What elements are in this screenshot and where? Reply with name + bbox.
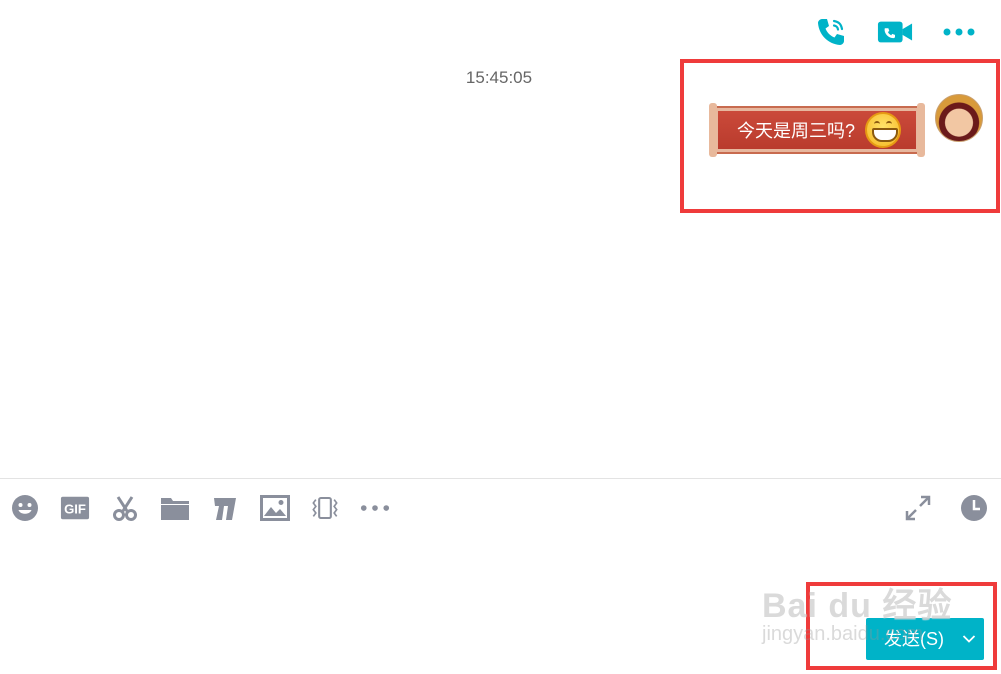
composer-toolbar-right [903,492,989,524]
send-button-group: 发送(S) [866,618,984,660]
message-text: 今天是周三吗? [736,121,855,141]
message-timestamp: 15:45:05 [465,68,533,87]
chat-window: 15:45:05 今天是周三吗? GIF 发送(S) Bai du 经验 jin… [0,0,1001,674]
gif-label: GIF [64,502,86,517]
font-style-icon[interactable] [210,492,240,524]
more-options-icon[interactable] [941,14,977,50]
video-call-icon[interactable] [877,14,913,50]
composer-divider [0,478,1001,479]
composer-toolbar: GIF [10,492,390,524]
phone-call-icon[interactable] [813,14,849,50]
grinning-face-icon [865,112,901,148]
avatar[interactable] [935,94,983,142]
message-bubble[interactable]: 今天是周三吗? [708,103,926,157]
send-button[interactable]: 发送(S) [866,618,954,660]
file-folder-icon[interactable] [160,492,190,524]
shake-window-icon[interactable] [310,492,340,524]
image-icon[interactable] [260,492,290,524]
gif-icon[interactable]: GIF [60,492,90,524]
message-row-self: 今天是周三吗? [708,94,983,157]
history-clock-icon[interactable] [959,492,989,524]
header-actions [813,14,977,50]
emoji-icon[interactable] [10,492,40,524]
chevron-down-icon[interactable] [954,618,984,660]
screenshot-scissors-icon[interactable] [110,492,140,524]
more-tools-icon[interactable] [360,492,390,524]
expand-icon[interactable] [903,492,933,524]
message-input[interactable] [10,530,794,654]
